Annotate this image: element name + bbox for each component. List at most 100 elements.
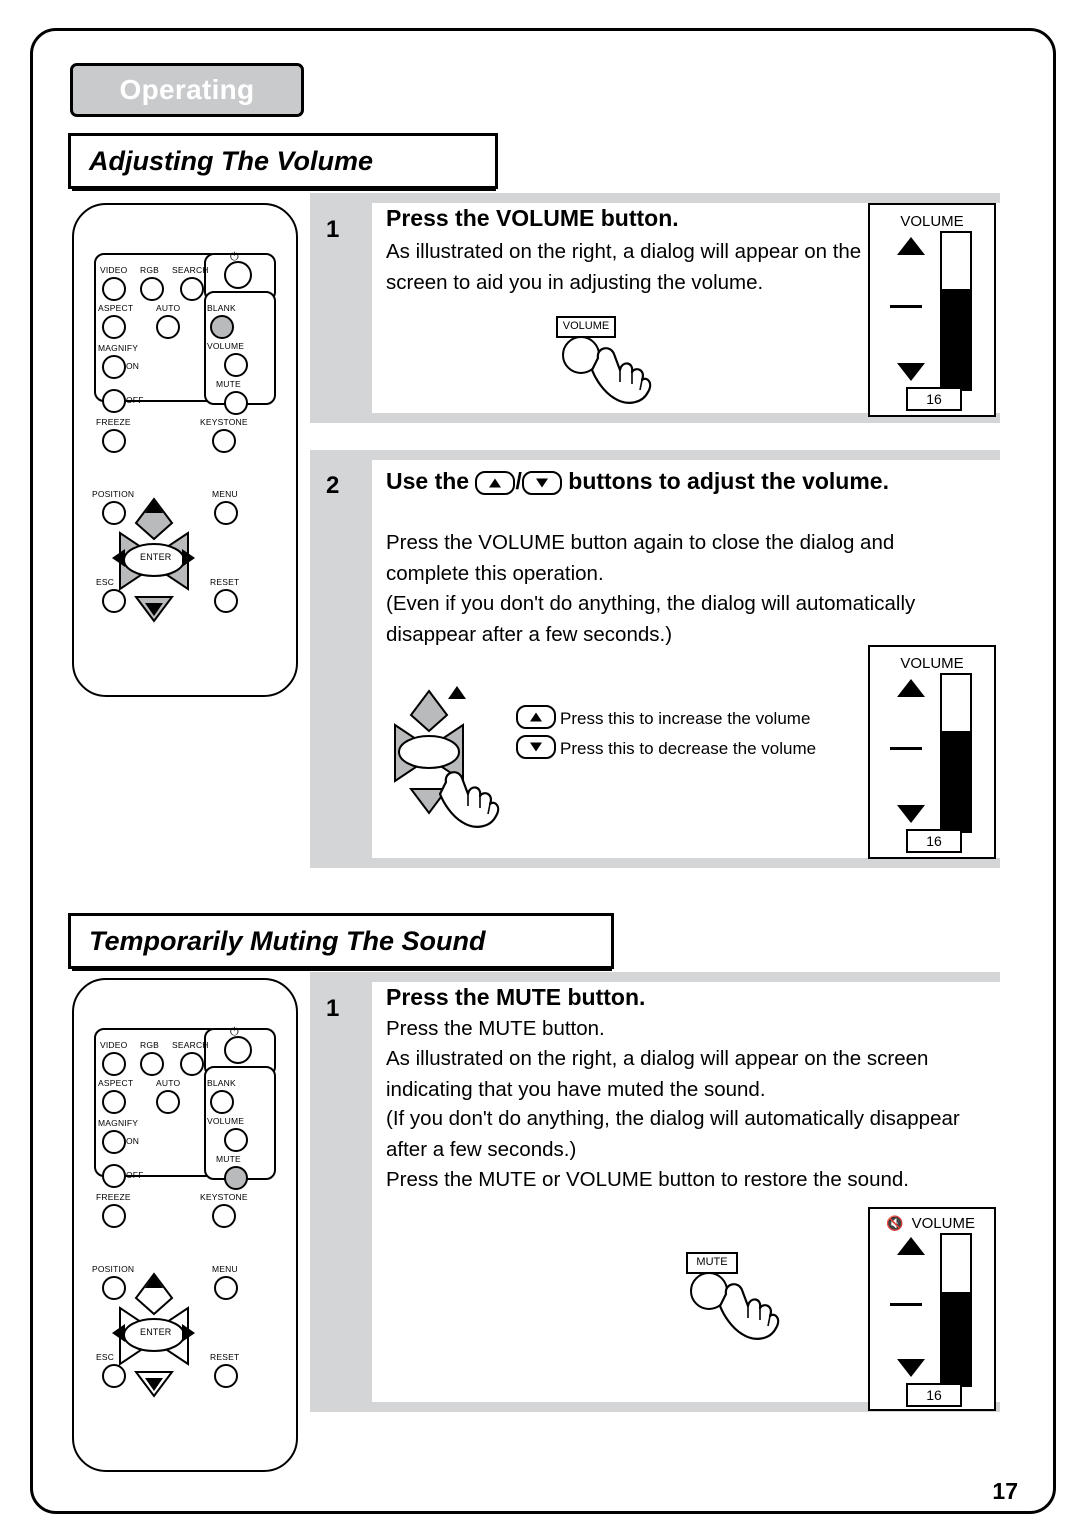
remote2-button-search: [180, 1052, 204, 1076]
remote2-button-rgb: [140, 1052, 164, 1076]
osd-volume-value-2: 16: [906, 829, 962, 853]
osd-dash-icon-2: [890, 747, 922, 750]
section-title-volume-text: Adjusting The Volume: [89, 145, 374, 176]
osd-volume-dialog-2: VOLUME 16: [868, 645, 996, 859]
speaker-muted-icon: 🔇: [886, 1215, 904, 1231]
osd-volume-dialog-1: VOLUME 16: [868, 203, 996, 417]
remote2-label-magnify: MAGNIFY: [98, 1118, 139, 1128]
osd-mute-title: VOLUME: [911, 1215, 975, 1232]
hand-pointer-icon-1: [590, 347, 652, 404]
osd-volume-title-2: VOLUME: [900, 655, 964, 672]
osd-volume-bar-fill-1: [942, 289, 970, 389]
osd-volume-title-1: VOLUME: [900, 213, 964, 230]
remote2-button-auto: [156, 1090, 180, 1114]
remote2-button-freeze: [102, 1204, 126, 1228]
remote-button-search: [180, 277, 204, 301]
remote-label-aspect: ASPECT: [98, 303, 134, 313]
remote-button-magnify-off: [102, 389, 126, 413]
remote-label-esc: ESC: [96, 577, 115, 587]
step-number-mute-1: 1: [326, 995, 340, 1022]
dpad3-up-icon: [145, 1275, 163, 1288]
remote2-label-keystone: KEYSTONE: [200, 1192, 248, 1202]
legend-down-keycap: [516, 735, 556, 759]
manual-page: Operating Adjusting The Volume VIDEO RGB…: [0, 0, 1080, 1533]
osd-volume-value-1: 16: [906, 387, 962, 411]
step-body-mute-line2: As illustrated on the right, a dialog wi…: [386, 1047, 929, 1101]
remote2-label-freeze: FREEZE: [96, 1192, 131, 1202]
osd-dash-icon-1: [890, 305, 922, 308]
remote2-button-power: [224, 1036, 252, 1064]
remote-label-blank: BLANK: [207, 303, 236, 313]
remote2-button-mute: [224, 1166, 248, 1190]
step-number-volume-2: 2: [326, 472, 340, 499]
remote-control-illustration-1: VIDEO RGB SEARCH ⏻ ASPECT AUTO BLANK MAG…: [72, 203, 298, 697]
remote2-button-volume: [224, 1128, 248, 1152]
remote-label-auto: AUTO: [156, 303, 181, 313]
osd-up-arrow-icon-3: [897, 1237, 925, 1255]
dpad3-down-icon: [145, 1378, 163, 1391]
callout-volume-label: VOLUME: [556, 316, 616, 338]
remote-label-keystone: KEYSTONE: [200, 417, 248, 427]
callout-mute-label: MUTE: [686, 1252, 738, 1274]
remote-label-magnify: MAGNIFY: [98, 343, 139, 353]
remote2-label-blank: BLANK: [207, 1078, 236, 1088]
dpad-right-icon: [182, 549, 195, 567]
remote2-label-volume: VOLUME: [207, 1116, 245, 1126]
remote2-button-video: [102, 1052, 126, 1076]
remote2-label-mute: MUTE: [216, 1154, 241, 1164]
remote2-button-magnify-on: [102, 1130, 126, 1154]
legend-up-icon: [516, 705, 556, 729]
osd-mute-titlebar: 🔇 VOLUME: [886, 1215, 1010, 1232]
remote2-button-esc: [102, 1364, 126, 1388]
step-body-volume-2-line1: Press the VOLUME button again to close t…: [386, 531, 895, 585]
osd-mute-bar: [940, 1233, 972, 1387]
osd-volume-bar-fill-2: [942, 731, 970, 831]
step-body-mute-line1: Press the MUTE button.: [386, 1017, 605, 1040]
hand-pointer-icon-3: [718, 1283, 780, 1340]
remote-label-off: OFF: [126, 395, 144, 405]
dpad-down-icon: [145, 603, 163, 616]
osd-dash-icon-3: [890, 1303, 922, 1306]
remote-button-keystone: [212, 429, 236, 453]
remote-button-volume: [224, 353, 248, 377]
remote-label-freeze: FREEZE: [96, 417, 131, 427]
osd-volume-bar-2: [940, 673, 972, 833]
remote-button-blank: [210, 315, 234, 339]
remote-button-video: [102, 277, 126, 301]
step-heading-volume-1: Press the VOLUME button.: [386, 205, 679, 231]
step-body-mute-line3: (If you don't do anything, the dialog wi…: [386, 1107, 960, 1161]
remote-button-esc: [102, 589, 126, 613]
osd-mute-dialog: 🔇 VOLUME 16: [868, 1207, 996, 1411]
remote-label-volume: VOLUME: [207, 341, 245, 351]
page-number: 17: [992, 1478, 1018, 1504]
remote2-label-aspect: ASPECT: [98, 1078, 134, 1088]
step-heading-volume-2-pre: Use the: [386, 468, 476, 494]
remote2-label-rgb: RGB: [140, 1040, 160, 1050]
remote2-button-keystone: [212, 1204, 236, 1228]
remote-button-auto: [156, 315, 180, 339]
remote2-label-reset: RESET: [210, 1352, 240, 1362]
remote-label-on: ON: [126, 361, 140, 371]
remote2-label-auto: AUTO: [156, 1078, 181, 1088]
remote-label-mute: MUTE: [216, 379, 241, 389]
remote-button-power: [224, 261, 252, 289]
remote2-button-blank: [210, 1090, 234, 1114]
step-body-mute-line4: Press the MUTE or VOLUME button to resto…: [386, 1168, 909, 1191]
keycap-up-icon: [475, 470, 516, 495]
legend-up-text: Press this to increase the volume: [560, 709, 811, 728]
remote2-label-esc: ESC: [96, 1352, 115, 1362]
step-heading-volume-2: Use the / buttons to adjust the volume.: [386, 468, 946, 495]
remote-button-reset: [214, 589, 238, 613]
step-heading-volume-2-mid: /: [515, 468, 522, 494]
remote2-button-reset: [214, 1364, 238, 1388]
remote-button-freeze: [102, 429, 126, 453]
chapter-tab: Operating: [70, 63, 304, 117]
osd-down-arrow-icon-2: [897, 805, 925, 823]
remote-label-reset: RESET: [210, 577, 240, 587]
remote2-button-aspect: [102, 1090, 126, 1114]
remote2-label-video: VIDEO: [100, 1040, 128, 1050]
osd-down-arrow-icon-3: [897, 1359, 925, 1377]
power-icon: ⏻: [230, 251, 239, 263]
legend-up-keycap: [516, 705, 556, 729]
power-icon-2: ⏻: [230, 1026, 239, 1038]
